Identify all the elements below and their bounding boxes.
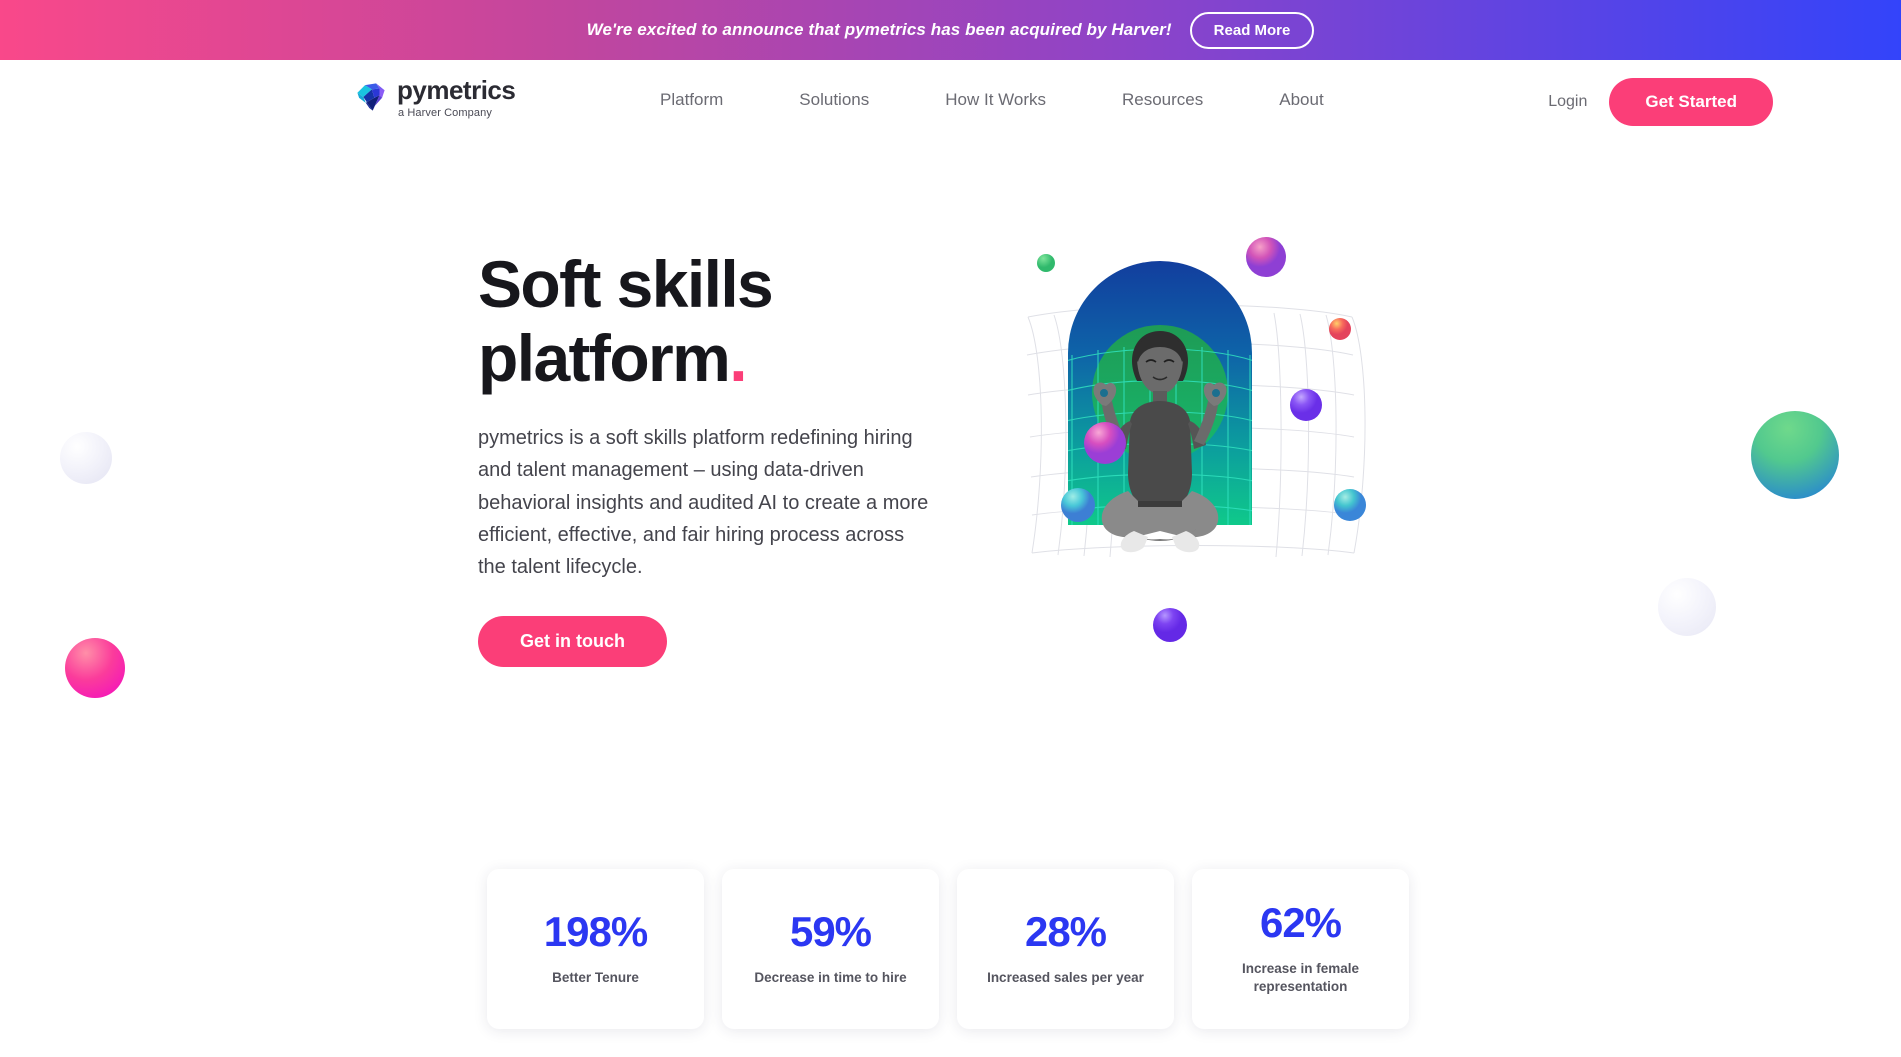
- nav-item-platform[interactable]: Platform: [660, 82, 723, 118]
- stat-value: 28%: [1024, 907, 1107, 955]
- hero-section: Soft skills platform. pymetrics is a sof…: [478, 247, 948, 667]
- stat-value: 59%: [789, 907, 872, 955]
- logo-wordmark: pymetrics: [397, 75, 516, 105]
- header-actions: Login Get Started: [1548, 78, 1773, 126]
- nav-item-solutions[interactable]: Solutions: [799, 82, 869, 118]
- decorative-sphere-white-left: [60, 432, 112, 484]
- nav-item-about[interactable]: About: [1279, 82, 1323, 118]
- main-navigation: Platform Solutions How It Works Resource…: [660, 82, 1324, 118]
- stat-label: Better Tenure: [552, 969, 639, 985]
- stat-value: 198%: [543, 907, 648, 955]
- stat-card: 62% Increase in female representation: [1192, 869, 1409, 1029]
- login-link[interactable]: Login: [1548, 93, 1587, 111]
- hero-title-accent-dot: .: [729, 320, 747, 395]
- stat-label: Increase in female representation: [1241, 960, 1360, 994]
- site-header: pymetrics a Harver Company Platform Solu…: [0, 60, 1901, 135]
- nav-item-how-it-works[interactable]: How It Works: [945, 82, 1046, 118]
- logo-tagline: a Harver Company: [398, 106, 492, 119]
- decorative-sphere-green-right: [1751, 411, 1839, 499]
- logo[interactable]: pymetrics a Harver Company: [354, 75, 516, 119]
- get-in-touch-button[interactable]: Get in touch: [478, 615, 667, 667]
- hero-title-line-2: platform: [478, 320, 731, 395]
- meditating-woman-illustration: [1010, 205, 1370, 665]
- stat-label: Increased sales per year: [987, 969, 1144, 985]
- stat-card: 198% Better Tenure: [487, 869, 704, 1029]
- stat-card: 59% Decrease in time to hire: [722, 869, 939, 1029]
- stat-value: 62%: [1259, 898, 1342, 946]
- stat-card: 28% Increased sales per year: [957, 869, 1174, 1029]
- stats-row: 198% Better Tenure 59% Decrease in time …: [487, 869, 1409, 1029]
- get-started-button[interactable]: Get Started: [1609, 78, 1773, 126]
- logo-text: pymetrics a Harver Company: [397, 75, 516, 119]
- decorative-sphere-white-right: [1658, 578, 1716, 636]
- gem-icon: [354, 76, 388, 114]
- announcement-text: We're excited to announce that pymetrics…: [586, 20, 1172, 39]
- page-title: Soft skills platform.: [478, 247, 948, 396]
- hero-description: pymetrics is a soft skills platform rede…: [478, 426, 929, 579]
- nav-item-resources[interactable]: Resources: [1122, 82, 1203, 118]
- stat-label: Decrease in time to hire: [754, 969, 907, 985]
- decorative-sphere-pink-left: [65, 638, 125, 698]
- read-more-button[interactable]: Read More: [1189, 11, 1315, 49]
- announcement-banner: We're excited to announce that pymetrics…: [0, 0, 1901, 60]
- hero-title-line-1: Soft skills: [478, 247, 774, 321]
